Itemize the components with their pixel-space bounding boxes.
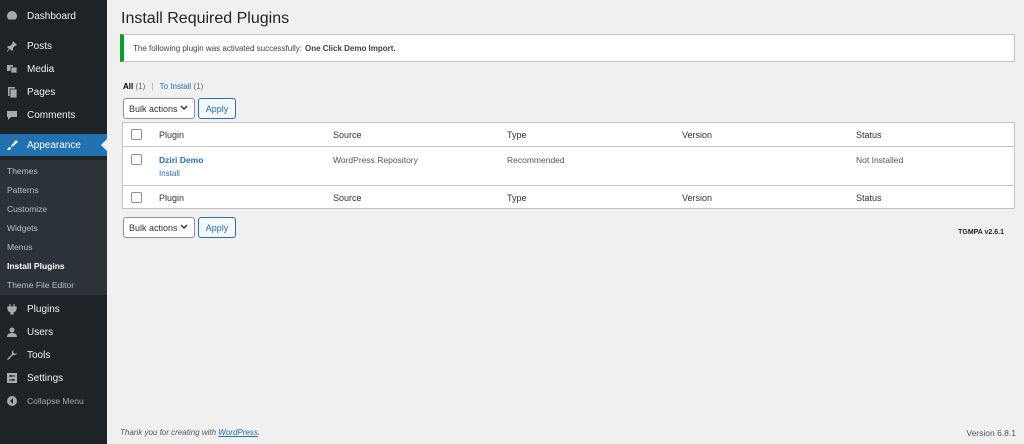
- footer-version: Version 6.8.1: [966, 428, 1016, 438]
- table-footer: Plugin Source Type Version Status: [123, 185, 1014, 209]
- col-status: Status: [856, 193, 882, 203]
- media-icon: [4, 63, 20, 75]
- menu-label: Settings: [27, 372, 64, 384]
- apply-button-bottom[interactable]: Apply: [198, 217, 236, 238]
- submenu-customize[interactable]: Customize: [7, 204, 47, 214]
- wrench-icon: [4, 349, 20, 361]
- footer-thanks-prefix: Thank you for creating with: [120, 428, 217, 437]
- select-all-checkbox[interactable]: [131, 129, 142, 140]
- menu-label: Dashboard: [27, 10, 76, 22]
- wordpress-link[interactable]: WordPress: [218, 428, 258, 437]
- comments-icon: [4, 109, 20, 121]
- bulk-actions-select-top[interactable]: Bulk actions: [123, 98, 195, 119]
- pin-icon: [4, 40, 20, 52]
- table-header: Plugin Source Type Version Status: [123, 123, 1014, 147]
- col-version: Version: [682, 130, 713, 140]
- menu-tools[interactable]: Tools: [0, 345, 107, 365]
- submenu-widgets[interactable]: Widgets: [7, 223, 38, 233]
- collapse-icon: [4, 395, 20, 407]
- brush-icon: [4, 139, 20, 151]
- main-content: Install Required Plugins The following p…: [107, 0, 1024, 444]
- page-title: Install Required Plugins: [121, 10, 290, 27]
- settings-icon: [4, 372, 20, 384]
- col-type: Type: [507, 193, 527, 203]
- col-status: Status: [856, 130, 882, 140]
- menu-dashboard[interactable]: Dashboard: [0, 6, 107, 26]
- footer-thanks-suffix: .: [257, 428, 261, 437]
- plugin-type: Recommended: [507, 155, 565, 165]
- submenu-theme-file-editor[interactable]: Theme File Editor: [7, 280, 74, 290]
- success-notice: The following plugin was activated succe…: [120, 34, 1015, 62]
- select-all-checkbox-footer[interactable]: [131, 192, 142, 203]
- col-source: Source: [333, 193, 362, 203]
- menu-label: Media: [27, 63, 55, 75]
- notice-text: The following plugin was activated succe…: [133, 43, 302, 53]
- menu-label: Pages: [27, 86, 56, 98]
- bulk-actions-label: Bulk actions: [129, 103, 178, 114]
- plugin-name-link[interactable]: Dziri Demo: [159, 155, 203, 165]
- menu-posts[interactable]: Posts: [0, 36, 107, 56]
- filter-to-install-count: (1): [193, 82, 204, 91]
- chevron-down-icon: [179, 222, 189, 234]
- col-source: Source: [333, 130, 362, 140]
- row-checkbox[interactable]: [131, 154, 142, 165]
- col-plugin: Plugin: [159, 130, 185, 140]
- users-icon: [4, 326, 20, 338]
- submenu-install-plugins[interactable]: Install Plugins: [7, 261, 65, 271]
- submenu-menus[interactable]: Menus: [7, 242, 33, 252]
- menu-label: Posts: [27, 40, 53, 52]
- plugin-icon: [4, 303, 20, 315]
- menu-comments[interactable]: Comments: [0, 105, 107, 125]
- menu-users[interactable]: Users: [0, 322, 107, 342]
- collapse-label: Collapse Menu: [27, 396, 84, 406]
- bulk-actions-select-bottom[interactable]: Bulk actions: [123, 217, 195, 238]
- menu-appearance[interactable]: Appearance: [0, 134, 107, 156]
- menu-label: Tools: [27, 349, 51, 361]
- col-version: Version: [682, 193, 713, 203]
- filter-all-count: (1): [135, 82, 146, 91]
- install-link[interactable]: Install: [159, 169, 180, 178]
- filter-separator: |: [151, 82, 154, 91]
- menu-label: Comments: [27, 109, 76, 121]
- submenu-themes[interactable]: Themes: [7, 166, 38, 176]
- appearance-submenu: Themes Patterns Customize Widgets Menus …: [0, 160, 107, 295]
- menu-plugins[interactable]: Plugins: [0, 299, 107, 319]
- menu-settings[interactable]: Settings: [0, 368, 107, 388]
- filter-to-install[interactable]: To Install: [160, 82, 192, 91]
- status-filter: All (1) | To Install (1): [123, 82, 203, 91]
- menu-label: Plugins: [27, 303, 60, 315]
- dashboard-icon: [4, 10, 20, 22]
- table-row: Dziri Demo Install WordPress Repository …: [123, 147, 1014, 185]
- bulk-actions-label: Bulk actions: [129, 222, 178, 233]
- notice-plugin-name: One Click Demo Import.: [304, 43, 396, 53]
- chevron-down-icon: [179, 103, 189, 115]
- plugins-table: Plugin Source Type Version Status Dziri …: [122, 122, 1015, 209]
- plugin-source: WordPress Repository: [333, 155, 418, 165]
- menu-label: Users: [27, 326, 54, 338]
- plugin-status: Not Installed: [856, 155, 904, 165]
- footer-thanks: Thank you for creating with WordPress.: [120, 428, 260, 437]
- admin-sidebar: Dashboard Posts Media Pages Comments App…: [0, 0, 107, 444]
- collapse-menu-button[interactable]: Collapse Menu: [0, 391, 107, 411]
- menu-label: Appearance: [27, 139, 81, 151]
- filter-all[interactable]: All: [123, 82, 133, 91]
- col-type: Type: [507, 130, 527, 140]
- menu-pages[interactable]: Pages: [0, 82, 107, 102]
- menu-media[interactable]: Media: [0, 59, 107, 79]
- col-plugin: Plugin: [159, 193, 185, 203]
- pages-icon: [4, 86, 20, 98]
- apply-button-top[interactable]: Apply: [198, 98, 236, 119]
- submenu-patterns[interactable]: Patterns: [7, 185, 39, 195]
- tgmpa-version: TGMPA v2.6.1: [958, 229, 1004, 236]
